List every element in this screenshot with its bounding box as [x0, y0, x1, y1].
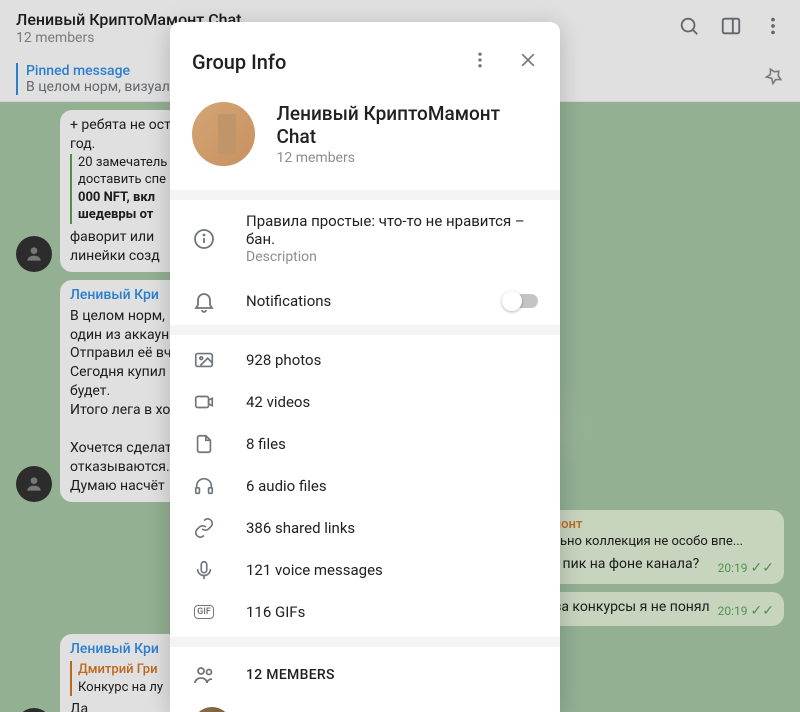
- member-row[interactable]: Дмитрий Григорьевич Слава Богу online: [170, 699, 560, 712]
- file-icon: [192, 432, 216, 456]
- notifications-label: Notifications: [246, 292, 474, 310]
- description-text: Правила простые: что-то не нравится – ба…: [246, 212, 538, 248]
- links-row[interactable]: 386 shared links: [170, 507, 560, 549]
- more-icon[interactable]: [470, 50, 490, 74]
- notifications-row[interactable]: Notifications: [170, 277, 560, 325]
- group-info-modal: Group Info Ленивый КриптоМамонт Chat 12 …: [170, 22, 560, 712]
- people-icon: [192, 663, 216, 687]
- group-members-count: 12 members: [277, 150, 539, 166]
- info-icon: [192, 227, 216, 251]
- members-title: 12 MEMBERS: [246, 667, 335, 683]
- link-icon: [192, 516, 216, 540]
- headphone-icon: [192, 474, 216, 498]
- modal-title: Group Info: [192, 50, 286, 74]
- video-icon: [192, 390, 216, 414]
- group-hero: Ленивый КриптоМамонт Chat 12 members: [170, 82, 560, 190]
- photos-row[interactable]: 928 photos: [170, 339, 560, 381]
- bell-icon: [192, 289, 216, 313]
- voice-row[interactable]: 121 voice messages: [170, 549, 560, 591]
- audio-row[interactable]: 6 audio files: [170, 465, 560, 507]
- videos-row[interactable]: 42 videos: [170, 381, 560, 423]
- gif-icon: GIF: [192, 600, 216, 624]
- description-row[interactable]: Правила простые: что-то не нравится – ба…: [170, 200, 560, 277]
- gifs-row[interactable]: GIF 116 GIFs: [170, 591, 560, 633]
- mic-icon: [192, 558, 216, 582]
- group-avatar[interactable]: [192, 102, 255, 166]
- description-label: Description: [246, 249, 538, 265]
- members-header: 12 MEMBERS: [170, 647, 560, 699]
- member-avatar: [192, 707, 232, 712]
- files-row[interactable]: 8 files: [170, 423, 560, 465]
- group-name: Ленивый КриптоМамонт Chat: [277, 102, 539, 148]
- notifications-toggle[interactable]: [504, 294, 538, 308]
- image-icon: [192, 348, 216, 372]
- close-icon[interactable]: [518, 50, 538, 74]
